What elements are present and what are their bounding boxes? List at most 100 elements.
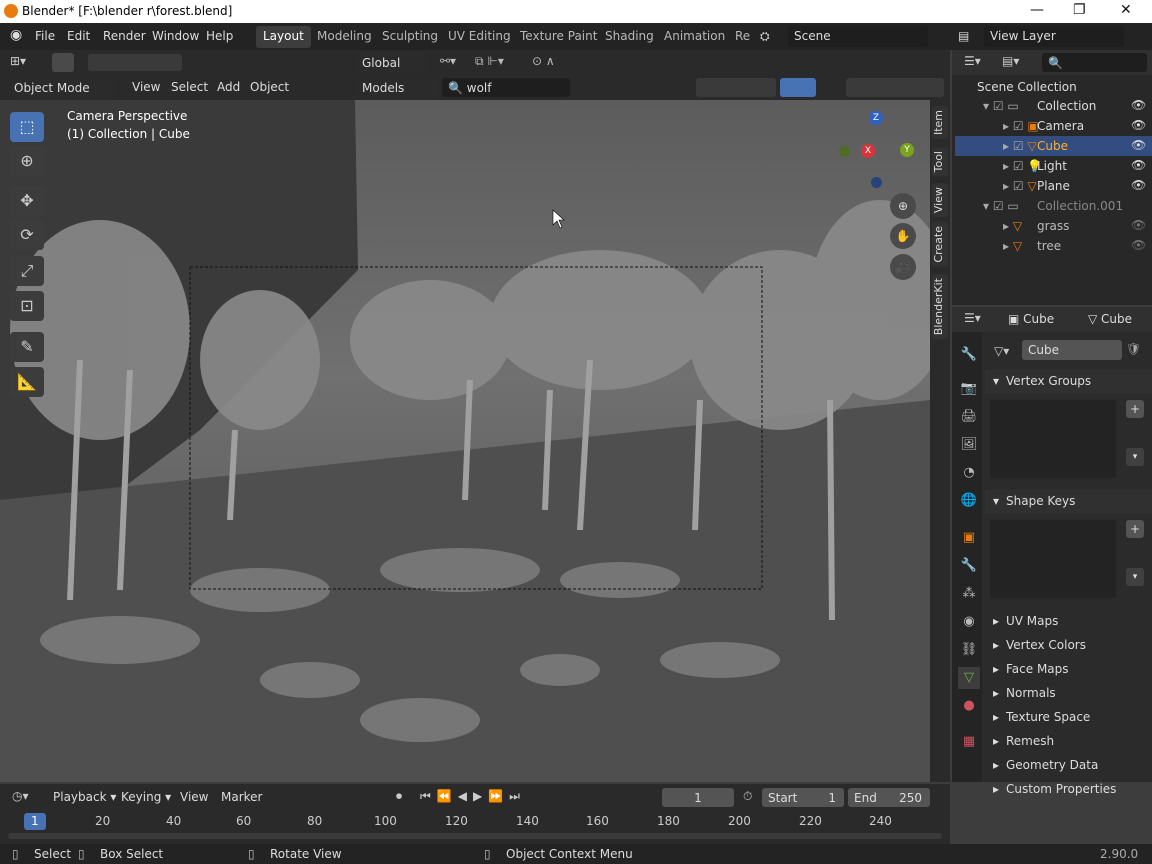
transform-tool-icon[interactable]: ⊡: [10, 291, 44, 321]
data-properties-icon[interactable]: ▽: [958, 667, 980, 689]
mesh-datablock-icon[interactable]: ▽▾: [994, 344, 1022, 358]
blender-menu-icon[interactable]: ◉: [10, 27, 22, 43]
panel-uv-maps[interactable]: ▸ UV Maps: [985, 610, 1152, 634]
select-tool-icon[interactable]: [52, 53, 74, 72]
texture-properties-icon[interactable]: ▦: [958, 731, 980, 753]
tab-sculpting[interactable]: Sculpting: [375, 26, 445, 48]
move-tool-icon[interactable]: ✥: [10, 186, 44, 216]
record-icon[interactable]: ⏺: [396, 789, 402, 804]
menu-render[interactable]: Render: [103, 29, 146, 43]
render-properties-icon[interactable]: 📷: [958, 378, 980, 400]
outliner-search[interactable]: 🔍: [1042, 53, 1147, 72]
add-shape-key-button[interactable]: +: [1126, 520, 1144, 538]
snap-icon[interactable]: ⧉ ⊩▾: [475, 54, 504, 69]
gizmo-neg-y[interactable]: [839, 146, 850, 157]
3d-viewport[interactable]: Camera Perspective (1) Collection | Cube…: [0, 100, 930, 782]
vertex-group-specials-button[interactable]: ▾: [1126, 448, 1144, 466]
current-frame-field[interactable]: 1: [662, 788, 734, 807]
view-layer-properties-icon[interactable]: 🖼: [958, 434, 980, 456]
properties-editor-icon[interactable]: ☰▾: [964, 311, 981, 325]
maximize-button[interactable]: ❐: [1073, 2, 1086, 18]
scene-field[interactable]: Scene: [788, 26, 928, 47]
end-frame-field[interactable]: End 250: [848, 788, 930, 807]
timeline-menu-keying[interactable]: Keying ▾: [121, 790, 171, 804]
sidebar-tab-tool[interactable]: Tool: [932, 147, 948, 177]
panel-face-maps[interactable]: ▸ Face Maps: [985, 658, 1152, 682]
sidebar-tab-create[interactable]: Create: [932, 222, 948, 267]
viewport-menu-view[interactable]: View: [132, 80, 160, 94]
eye-icon[interactable]: 👁: [1131, 218, 1146, 232]
gizmo-x-axis[interactable]: X: [861, 144, 875, 158]
pan-hand-icon[interactable]: ✋: [890, 223, 916, 249]
transform-orientation[interactable]: Global: [356, 53, 428, 72]
mesh-datablock-name[interactable]: Cube: [1022, 340, 1122, 360]
outliner-row-cube[interactable]: ▸ ☑ ▽ Cube 👁: [955, 136, 1152, 156]
tab-more[interactable]: Re: [728, 26, 757, 48]
eye-icon[interactable]: 👁: [1131, 238, 1146, 252]
rotate-tool-icon[interactable]: ⟳: [10, 220, 44, 250]
zoom-icon[interactable]: ⊕: [890, 193, 916, 219]
add-vertex-group-button[interactable]: +: [1126, 400, 1144, 418]
panel-remesh[interactable]: ▸ Remesh: [985, 730, 1152, 754]
outliner-row-grass[interactable]: ▸ ▽ grass 👁: [955, 216, 1152, 236]
close-button[interactable]: ✕: [1120, 2, 1132, 18]
tab-modeling[interactable]: Modeling: [310, 26, 379, 48]
viewport-menu-add[interactable]: Add: [217, 80, 240, 94]
camera-view-icon[interactable]: 🎥: [890, 254, 916, 280]
vertex-groups-list[interactable]: [990, 400, 1116, 478]
shading-mode-buttons[interactable]: [846, 78, 944, 97]
outliner-scene-collection[interactable]: Scene Collection: [955, 77, 1152, 97]
timer-icon[interactable]: ⏱: [743, 789, 752, 804]
object-properties-icon[interactable]: ▣: [958, 527, 980, 549]
measure-tool-icon[interactable]: 📐: [10, 367, 44, 397]
sidebar-tab-blenderkit[interactable]: BlenderKit: [932, 274, 948, 340]
mode-dropdown[interactable]: Object Mode: [8, 78, 116, 97]
world-properties-icon[interactable]: 🌐: [958, 490, 980, 512]
particles-properties-icon[interactable]: ⁂: [958, 583, 980, 605]
shape-keys-list[interactable]: [990, 520, 1116, 598]
eye-icon[interactable]: 👁: [1131, 118, 1146, 132]
tab-shading[interactable]: Shading: [598, 26, 661, 48]
sidebar-tab-item[interactable]: Item: [932, 106, 948, 140]
tweak-tool-icon[interactable]: ⬚: [10, 112, 44, 142]
fake-user-icon[interactable]: 🛡: [1126, 342, 1141, 356]
blenderkit-category[interactable]: Models: [356, 78, 438, 97]
physics-properties-icon[interactable]: ◉: [958, 611, 980, 633]
panel-texture-space[interactable]: ▸ Texture Space: [985, 706, 1152, 730]
tab-layout[interactable]: Layout: [256, 26, 311, 48]
menu-help[interactable]: Help: [206, 29, 233, 43]
minimize-button[interactable]: —: [1030, 2, 1044, 18]
blenderkit-search[interactable]: 🔍 wolf: [442, 78, 570, 97]
menu-window[interactable]: Window: [152, 29, 199, 43]
proportional-icon[interactable]: ⊙ ∧: [532, 54, 555, 68]
selection-mode-buttons[interactable]: [88, 54, 182, 71]
view-layer-field[interactable]: View Layer: [984, 26, 1124, 47]
eye-icon[interactable]: 👁: [1131, 158, 1146, 172]
outliner-row-collection-001[interactable]: ▾ ☑ ▭ Collection.001: [955, 196, 1152, 216]
panel-custom-properties[interactable]: ▸ Custom Properties: [985, 778, 1152, 796]
panel-normals[interactable]: ▸ Normals: [985, 682, 1152, 706]
tool-properties-icon[interactable]: 🔧: [958, 344, 980, 366]
eye-icon[interactable]: 👁: [1131, 138, 1146, 152]
panel-vertex-groups[interactable]: ▾ Vertex Groups: [985, 370, 1152, 394]
timeline-scrollbar[interactable]: [8, 833, 942, 839]
menu-file[interactable]: File: [35, 29, 55, 43]
panel-geometry-data[interactable]: ▸ Geometry Data: [985, 754, 1152, 778]
gizmo-neg-z[interactable]: [871, 177, 882, 188]
outliner-row-tree[interactable]: ▸ ▽ tree 👁: [955, 236, 1152, 256]
outliner-row-plane[interactable]: ▸ ☑ ▽ Plane 👁: [955, 176, 1152, 196]
scale-tool-icon[interactable]: ⤢: [10, 256, 44, 286]
modifier-properties-icon[interactable]: 🔧: [958, 555, 980, 577]
sidebar-tab-view[interactable]: View: [932, 183, 948, 218]
pivot-icon[interactable]: ⚯▾: [440, 54, 456, 68]
tab-animation[interactable]: Animation: [657, 26, 732, 48]
scene-properties-icon[interactable]: ◔: [958, 462, 980, 484]
menu-edit[interactable]: Edit: [67, 29, 90, 43]
gizmo-z-axis[interactable]: Z: [869, 111, 883, 125]
start-frame-field[interactable]: Start 1: [762, 788, 844, 807]
constraints-properties-icon[interactable]: ⛓: [958, 639, 980, 661]
playback-controls[interactable]: ⏮⏪◀▶⏩⏭: [420, 789, 526, 804]
outliner-row-camera[interactable]: ▸ ☑ ▣ Camera 👁: [955, 116, 1152, 136]
viewport-menu-object[interactable]: Object: [250, 80, 289, 94]
editor-type-icon[interactable]: ⊞▾: [10, 54, 26, 68]
